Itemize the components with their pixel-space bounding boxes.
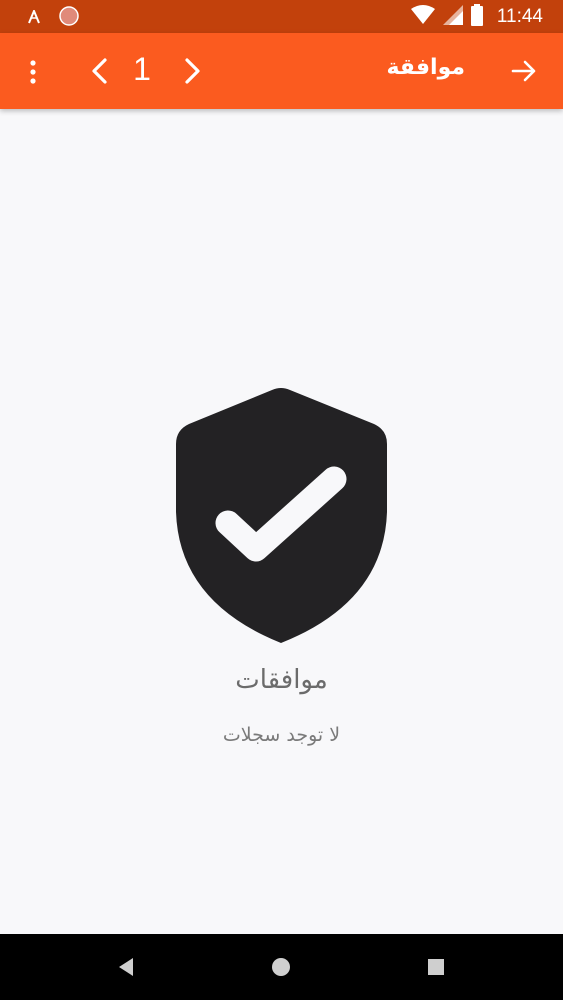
status-bar: 11:44 xyxy=(0,0,563,33)
app-notification-icon xyxy=(58,5,80,31)
page-number: 1 xyxy=(133,51,151,87)
previous-page-icon[interactable] xyxy=(84,55,114,87)
empty-state-subtitle: لا توجد سجلات xyxy=(222,724,341,746)
nav-back-icon[interactable] xyxy=(113,954,139,980)
empty-state: موافقات لا توجد سجلات xyxy=(0,109,563,934)
cellular-signal-icon xyxy=(442,5,463,29)
app-title: موافقة xyxy=(386,55,465,80)
app-bar: 1 موافقة xyxy=(0,33,563,109)
nav-recents-icon[interactable] xyxy=(423,954,449,980)
navigation-bar xyxy=(0,934,563,1000)
status-time: 11:44 xyxy=(496,6,543,27)
battery-icon xyxy=(470,4,483,30)
wifi-icon xyxy=(410,5,435,29)
next-page-icon[interactable] xyxy=(178,55,208,87)
signal-notification-icon xyxy=(28,7,40,28)
back-arrow-icon[interactable] xyxy=(508,55,540,87)
empty-state-title: موافقات xyxy=(235,665,328,695)
more-options-icon[interactable] xyxy=(18,57,48,87)
shield-check-icon xyxy=(176,387,387,643)
nav-home-icon[interactable] xyxy=(268,954,294,980)
